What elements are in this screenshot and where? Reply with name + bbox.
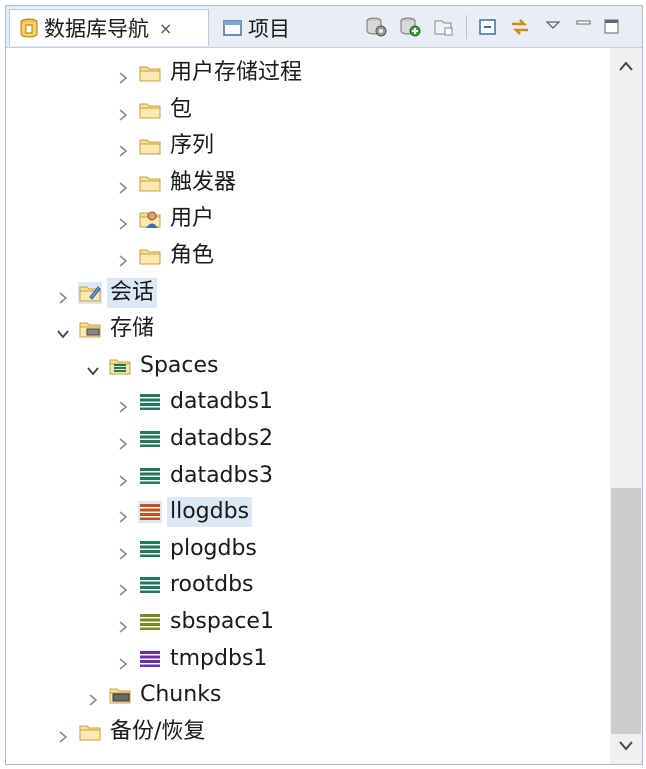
session-folder-icon — [78, 281, 102, 304]
tree-item[interactable]: 角色 — [116, 239, 456, 273]
tree-item-label: datadbs1 — [170, 389, 273, 415]
tab-project[interactable]: 项目 — [214, 9, 306, 46]
chevron-right-icon[interactable] — [56, 725, 70, 743]
tree-item-label: datadbs2 — [170, 426, 273, 451]
minimize-icon[interactable] — [574, 16, 594, 38]
dbspace-icon — [138, 611, 162, 633]
chevron-right-icon[interactable] — [116, 395, 130, 414]
tab-label: 项目 — [248, 16, 290, 41]
tree-item-label: 备份/恢复 — [110, 718, 206, 744]
chunks-folder-icon — [108, 684, 132, 706]
dbspace-icon — [138, 648, 162, 670]
chevron-right-icon[interactable] — [116, 615, 130, 633]
chevron-right-icon[interactable] — [56, 286, 70, 304]
tree-item[interactable]: datadbs2 — [116, 422, 456, 456]
chevron-right-icon[interactable] — [86, 688, 100, 706]
tree-item[interactable]: Chunks — [86, 678, 426, 712]
database-settings-icon[interactable] — [364, 16, 388, 38]
chevron-right-icon[interactable] — [116, 652, 130, 670]
dbspace-icon — [138, 391, 162, 413]
chevron-right-icon[interactable] — [116, 212, 130, 231]
chevron-down-icon[interactable] — [56, 322, 70, 339]
tree-item[interactable]: 用户 — [116, 202, 456, 236]
chevron-right-icon[interactable] — [116, 103, 130, 121]
tree-item-label: 会话 — [107, 277, 158, 308]
project-window-icon — [223, 19, 242, 36]
vertical-scrollbar[interactable] — [610, 48, 642, 764]
folder-icon — [138, 245, 162, 267]
tree-item-label: Chunks — [140, 682, 222, 708]
tree-item-label: sbspace1 — [170, 609, 274, 634]
chevron-right-icon[interactable] — [116, 176, 130, 194]
dbspace-icon — [138, 428, 162, 450]
scroll-up-arrow-icon[interactable] — [610, 50, 642, 82]
tab-database-navigator[interactable]: 数据库导航 × — [9, 9, 209, 46]
tree-item[interactable]: sbspace1 — [116, 605, 456, 639]
link-with-editor-icon[interactable] — [508, 16, 532, 38]
view-menu-icon[interactable] — [544, 16, 562, 38]
toolbar-separator — [466, 15, 467, 39]
tree-item-label: 触发器 — [170, 169, 237, 195]
tree-item-label: datadbs3 — [170, 462, 273, 488]
tree-item-label: tmpdbs1 — [170, 645, 268, 671]
chevron-right-icon[interactable] — [116, 249, 130, 267]
folder-icon — [78, 721, 102, 743]
tree-item[interactable]: llogdbs — [116, 495, 456, 529]
tree-item-label: 用户 — [170, 206, 215, 232]
chevron-right-icon[interactable] — [116, 578, 130, 597]
view-tab-bar: 数据库导航 × 项目 — [6, 6, 642, 48]
tree-item[interactable]: datadbs3 — [116, 459, 456, 493]
tree-item-label: 序列 — [170, 133, 215, 159]
tree-item[interactable]: 序列 — [116, 129, 456, 163]
spaces-folder-icon — [108, 355, 132, 377]
folder-icon — [138, 135, 162, 157]
chevron-down-icon[interactable] — [86, 359, 100, 376]
dbspace-icon — [138, 501, 162, 524]
dbspace-icon — [138, 465, 162, 487]
tree-item-label: plogdbs — [170, 535, 257, 561]
tree-item-label: 用户存储过程 — [170, 60, 303, 85]
collapse-all-icon[interactable] — [476, 16, 500, 38]
database-navigator-panel: 数据库导航 × 项目 用户存储过程 包 序列 触发器 用户 角色 会话 存储 S… — [5, 5, 643, 765]
user-folder-icon — [138, 208, 162, 230]
folder-icon — [138, 99, 162, 121]
add-connection-icon[interactable] — [398, 16, 422, 38]
chevron-right-icon[interactable] — [116, 542, 130, 560]
tree-item[interactable]: plogdbs — [116, 532, 456, 566]
tree-item[interactable]: 存储 — [56, 312, 396, 346]
tree-item-label: 角色 — [170, 243, 215, 268]
tree-item[interactable]: datadbs1 — [116, 385, 456, 419]
tree-item-label: Spaces — [140, 352, 219, 378]
maximize-icon[interactable] — [602, 16, 622, 38]
tree-item-label: rootdbs — [170, 572, 254, 598]
tree-item-label: 包 — [170, 96, 193, 122]
tab-label: 数据库导航 — [44, 17, 149, 41]
dbspace-icon — [138, 574, 162, 596]
chevron-right-icon[interactable] — [116, 505, 130, 523]
scrollbar-thumb[interactable] — [611, 488, 641, 734]
tree-item[interactable]: 用户存储过程 — [116, 56, 456, 90]
new-folder-icon[interactable] — [432, 16, 456, 38]
tree-item[interactable]: Spaces — [86, 349, 426, 383]
tree-item[interactable]: 会话 — [56, 276, 396, 310]
close-icon[interactable]: × — [159, 19, 172, 38]
chevron-right-icon[interactable] — [116, 432, 130, 450]
tree-item[interactable]: rootdbs — [116, 568, 456, 602]
chevron-right-icon[interactable] — [116, 469, 130, 487]
scroll-down-arrow-icon[interactable] — [610, 730, 642, 762]
folder-icon — [138, 172, 162, 194]
tree-item[interactable]: 包 — [116, 93, 456, 127]
database-navigator-icon — [20, 18, 38, 38]
navigator-tree: 用户存储过程包序列触发器用户角色 会话存储 Spaces datadbs1 datadb… — [6, 48, 610, 764]
storage-folder-icon — [78, 318, 102, 340]
tree-item-label: llogdbs — [167, 497, 253, 528]
tree-item[interactable]: 备份/恢复 — [56, 715, 396, 749]
dbspace-icon — [138, 538, 162, 560]
tree-item[interactable]: 触发器 — [116, 166, 456, 200]
tree-item[interactable]: tmpdbs1 — [116, 642, 456, 676]
chevron-right-icon[interactable] — [116, 66, 130, 84]
chevron-right-icon[interactable] — [116, 139, 130, 157]
tree-item-label: 存储 — [110, 316, 155, 342]
folder-icon — [138, 62, 162, 84]
